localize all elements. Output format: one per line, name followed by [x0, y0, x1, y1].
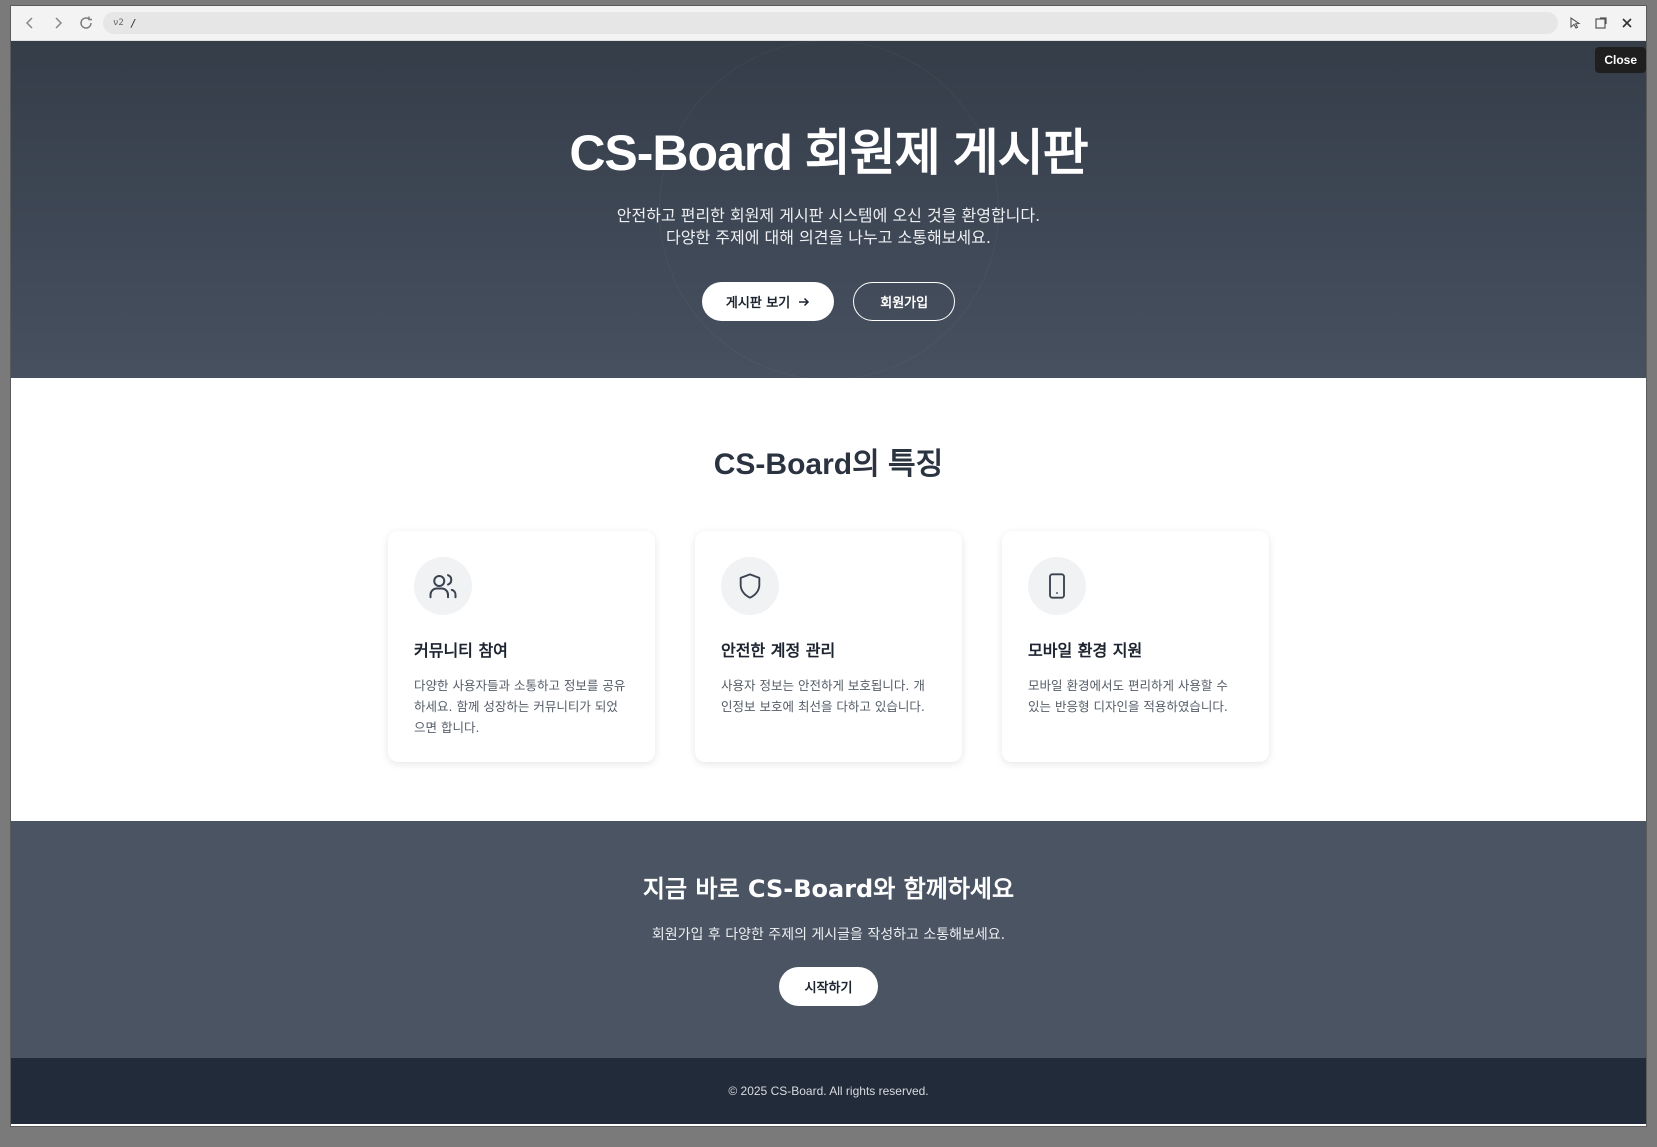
feature-card-title: 커뮤니티 참여	[414, 641, 508, 660]
features-section: CS-Board의 특징 커뮤니티 참여 다양한 사용자들과 소통하고 정보를 …	[11, 378, 1646, 821]
copyright-text: © 2025 CS-Board. All rights reserved.	[728, 1084, 929, 1098]
mobile-icon	[1028, 557, 1086, 615]
reload-icon[interactable]	[75, 12, 97, 34]
feature-card-text: 다양한 사용자들과 소통하고 정보를 공유하세요. 함께 성장하는 커뮤니티가 …	[414, 678, 626, 735]
hero-decoration	[658, 41, 999, 378]
forward-icon[interactable]	[47, 12, 69, 34]
start-button[interactable]: 시작하기	[778, 967, 879, 1006]
url-bar[interactable]: ν2 /	[103, 12, 1558, 34]
popout-icon[interactable]	[1590, 12, 1612, 34]
cta-title: 지금 바로 CS-Board와 함께하세요	[642, 875, 1015, 903]
feature-card-title: 모바일 환경 지원	[1028, 641, 1143, 660]
feature-card-security: 안전한 계정 관리 사용자 정보는 안전하게 보호됩니다. 개인정보 보호에 최…	[695, 531, 962, 762]
feature-card-text: 사용자 정보는 안전하게 보호됩니다. 개인정보 보호에 최선을 다하고 있습니…	[721, 678, 925, 714]
footer: © 2025 CS-Board. All rights reserved.	[11, 1058, 1646, 1124]
feature-card-text: 모바일 환경에서도 편리하게 사용할 수 있는 반응형 디자인을 적용하였습니다…	[1028, 678, 1228, 714]
shield-icon	[721, 557, 779, 615]
url-text: /	[129, 16, 137, 30]
close-tooltip: Close	[1595, 47, 1646, 73]
feature-cards: 커뮤니티 참여 다양한 사용자들과 소통하고 정보를 공유하세요. 함께 성장하…	[388, 531, 1269, 762]
url-badge: ν2	[113, 18, 124, 28]
cta-subtitle: 회원가입 후 다양한 주제의 게시글을 작성하고 소통해보세요.	[651, 927, 1006, 943]
hero-section: CS-Board 회원제 게시판 안전하고 편리한 회원제 게시판 시스템에 오…	[11, 41, 1646, 378]
browser-window: ν2 / Close CS-Board 회원제 게시판 안전하고 편리한 회원제…	[10, 5, 1647, 1127]
browser-toolbar: ν2 /	[11, 6, 1646, 41]
users-icon	[414, 557, 472, 615]
feature-card-title: 안전한 계정 관리	[721, 641, 836, 660]
features-title: CS-Board의 특징	[713, 448, 944, 481]
cursor-icon[interactable]	[1564, 12, 1586, 34]
back-icon[interactable]	[19, 12, 41, 34]
cta-section: 지금 바로 CS-Board와 함께하세요 회원가입 후 다양한 주제의 게시글…	[11, 821, 1646, 1058]
feature-card-community: 커뮤니티 참여 다양한 사용자들과 소통하고 정보를 공유하세요. 함께 성장하…	[388, 531, 655, 762]
feature-card-mobile: 모바일 환경 지원 모바일 환경에서도 편리하게 사용할 수 있는 반응형 디자…	[1002, 531, 1269, 762]
close-icon[interactable]	[1616, 12, 1638, 34]
